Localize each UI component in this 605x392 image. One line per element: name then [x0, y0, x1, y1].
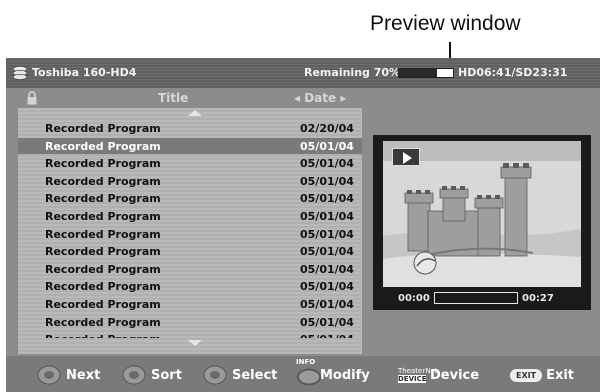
program-title: Recorded Program: [45, 139, 161, 153]
play-icon[interactable]: [392, 148, 420, 166]
program-date: 05/01/04: [300, 210, 354, 223]
list-item[interactable]: Recorded Program 05/01/04: [18, 173, 362, 189]
remaining-bar: [398, 68, 454, 78]
list-item[interactable]: Recorded Program 05/01/04: [18, 314, 362, 330]
select-button[interactable]: Select: [202, 364, 277, 386]
program-list: Recorded Program 02/20/04 Recorded Program…: [18, 108, 362, 354]
program-date: 05/01/04: [300, 157, 354, 171]
list-item[interactable]: Recorded Program 05/01/04: [18, 261, 362, 277]
program-date: 05/01/04: [300, 227, 354, 241]
program-title: Recorded Program: [45, 298, 161, 311]
list-item[interactable]: Recorded Program 02/20/04: [18, 120, 362, 136]
program-date: 05/01/04: [300, 280, 354, 294]
sort-label: Sort: [151, 367, 182, 383]
device-label: Device: [430, 367, 480, 383]
program-title: Recorded Program: [45, 280, 161, 294]
program-title: Recorded Program: [45, 192, 161, 206]
list-item[interactable]: Recorded Program 05/01/04: [18, 243, 362, 259]
hd-sd-time: HD06:41/SD23:31: [458, 66, 568, 79]
program-date: 05/01/04: [300, 174, 354, 188]
remaining-bar-fill: [399, 69, 437, 77]
column-header: Title ◂ Date ▸: [6, 88, 362, 108]
next-label: Next: [66, 367, 101, 383]
list-item[interactable]: Recorded Program 05/01/04: [18, 226, 362, 242]
list-item[interactable]: Recorded Program 05/01/04: [18, 278, 362, 294]
footer-bar: Next Sort Select INFO Modify TheaterNet …: [6, 356, 600, 392]
program-title: Recorded Program: [45, 315, 161, 329]
program-date: 05/01/04: [300, 333, 354, 338]
select-remote-key-icon: [203, 365, 227, 385]
theaternet-key-bottom: DEVICE: [398, 375, 427, 383]
preview-progress-bar[interactable]: [434, 292, 518, 304]
scroll-down-arrow-icon[interactable]: [188, 340, 202, 346]
program-title: Recorded Program: [45, 333, 161, 338]
program-title: Recorded Program: [45, 210, 161, 223]
modify-label: Modify: [320, 367, 370, 383]
modify-button[interactable]: INFO Modify: [296, 358, 370, 386]
list-item[interactable]: Recorded Program 05/01/04: [18, 155, 362, 171]
program-title: Recorded Program: [45, 157, 161, 171]
program-date: 02/20/04: [300, 122, 354, 135]
disk-icon: [12, 66, 28, 80]
program-title: Recorded Program: [45, 245, 161, 259]
program-title: Recorded Program: [45, 262, 161, 276]
remaining-label: Remaining 70%: [304, 66, 401, 79]
theaternet-device-key-icon: TheaterNet DEVICE: [398, 367, 438, 383]
info-key-icon: INFO: [296, 358, 322, 392]
next-remote-key-icon: [37, 365, 61, 385]
exit-key-icon: EXIT: [510, 368, 543, 382]
device-name: Toshiba 160-HD4: [32, 66, 137, 79]
list-item[interactable]: Recorded Program 05/01/04: [18, 137, 362, 154]
program-title: Recorded Program: [45, 174, 161, 188]
program-title: Recorded Program: [45, 122, 161, 135]
program-date: 05/01/04: [300, 245, 354, 259]
preview-time-start: 00:00: [398, 293, 430, 304]
list-item[interactable]: Recorded Program 05/01/04: [18, 208, 362, 224]
select-label: Select: [232, 367, 278, 383]
list-item[interactable]: Recorded Program 05/01/04: [18, 296, 362, 312]
title-column-header[interactable]: Title: [158, 91, 188, 105]
exit-button[interactable]: EXIT Exit: [510, 364, 574, 386]
sort-button[interactable]: Sort: [121, 364, 182, 386]
preview-time-end: 00:27: [522, 293, 554, 304]
preview-window-callout: Preview window: [370, 12, 521, 35]
program-title: Recorded Program: [45, 227, 161, 241]
exit-label: Exit: [546, 367, 575, 383]
program-date: 05/01/04: [300, 139, 354, 153]
program-date: 05/01/04: [300, 315, 354, 329]
theaternet-key-top: TheaterNet: [398, 367, 438, 375]
next-button[interactable]: Next: [36, 364, 100, 386]
header-bar: Toshiba 160-HD4 Remaining 70% HD06:41/SD…: [6, 58, 600, 88]
info-key-label: INFO: [296, 358, 316, 366]
list-item[interactable]: Recorded Program 05/01/04: [18, 331, 362, 338]
program-date: 05/01/04: [300, 262, 354, 276]
scroll-up-arrow-icon[interactable]: [188, 110, 202, 116]
program-date: 05/01/04: [300, 192, 354, 206]
date-column-header[interactable]: ◂ Date ▸: [294, 91, 346, 105]
device-button[interactable]: TheaterNet DEVICE Device: [398, 364, 479, 386]
program-date: 05/01/04: [300, 298, 354, 311]
lock-icon: [27, 91, 37, 105]
sort-remote-key-icon: [122, 365, 146, 385]
list-item[interactable]: Recorded Program 05/01/04: [18, 190, 362, 206]
tv-screen: Toshiba 160-HD4 Remaining 70% HD06:41/SD…: [6, 58, 600, 392]
